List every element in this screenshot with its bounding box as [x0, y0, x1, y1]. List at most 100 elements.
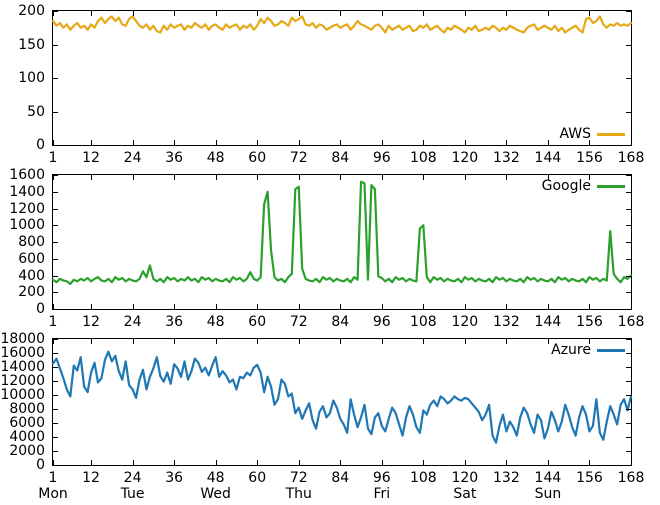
x-tick-label: 36: [165, 315, 183, 329]
x-tick: [382, 140, 383, 146]
x-tick: [133, 140, 134, 146]
x-tick-label: 144: [535, 151, 562, 165]
y-tick: [626, 259, 632, 260]
series-line-aws: [53, 11, 631, 145]
x-tick-label: 108: [410, 151, 437, 165]
y-tick: [626, 437, 632, 438]
x-tick: [589, 338, 590, 344]
x-tick-label: 36: [165, 151, 183, 165]
x-tick: [548, 140, 549, 146]
y-tick-label: 1200: [9, 202, 45, 216]
x-tick-label: 72: [290, 471, 308, 485]
x-tick: [299, 174, 300, 180]
x-tick-label: 120: [451, 471, 478, 485]
y-tick: [626, 395, 632, 396]
x-tick-label: 168: [618, 315, 645, 329]
x-tick: [257, 304, 258, 310]
x-tick: [340, 10, 341, 16]
x-tick: [91, 174, 92, 180]
x-tick: [465, 174, 466, 180]
day-label: Wed: [200, 487, 231, 501]
y-tick: [52, 437, 58, 438]
y-tick: [626, 292, 632, 293]
x-tick-label: 60: [248, 151, 266, 165]
legend-aws: AWS: [559, 127, 625, 141]
x-tick-label: 60: [248, 315, 266, 329]
y-tick: [626, 242, 632, 243]
x-tick: [589, 460, 590, 466]
y-tick: [52, 353, 58, 354]
x-tick: [53, 460, 54, 466]
y-tick: [626, 451, 632, 452]
y-tick-label: 1400: [9, 185, 45, 199]
y-tick-label: 2000: [9, 444, 45, 458]
x-tick: [216, 460, 217, 466]
x-tick-label: 132: [493, 151, 520, 165]
x-tick: [174, 140, 175, 146]
x-tick: [631, 140, 632, 146]
x-tick: [133, 174, 134, 180]
y-tick: [626, 225, 632, 226]
x-tick: [423, 460, 424, 466]
y-tick: [52, 451, 58, 452]
x-tick: [216, 174, 217, 180]
x-tick-label: 168: [618, 471, 645, 485]
x-tick: [506, 338, 507, 344]
plot-area-aws: AWS 050100150200112243648607284961081201…: [52, 10, 632, 146]
x-tick-label: 12: [82, 151, 100, 165]
y-tick-label: 0: [36, 458, 45, 472]
x-tick: [465, 304, 466, 310]
x-tick: [631, 338, 632, 344]
y-tick-label: 0: [36, 138, 45, 152]
x-tick-label: 96: [373, 315, 391, 329]
x-tick: [548, 304, 549, 310]
x-tick: [257, 140, 258, 146]
x-tick-label: 84: [331, 471, 349, 485]
y-tick: [52, 259, 58, 260]
legend-label-aws: AWS: [559, 127, 591, 141]
x-tick: [174, 10, 175, 16]
y-tick: [52, 192, 58, 193]
y-tick: [626, 45, 632, 46]
day-label: Sat: [453, 487, 476, 501]
y-tick-label: 8000: [9, 402, 45, 416]
x-tick: [133, 304, 134, 310]
x-tick: [423, 304, 424, 310]
x-tick: [299, 140, 300, 146]
y-tick: [52, 395, 58, 396]
x-tick: [631, 304, 632, 310]
x-tick-label: 72: [290, 151, 308, 165]
x-tick: [216, 338, 217, 344]
x-tick-label: 48: [207, 315, 225, 329]
plot-area-azure: Azure 0200040006000800010000120001400016…: [52, 338, 632, 466]
x-tick: [423, 338, 424, 344]
y-tick-label: 16000: [0, 346, 45, 360]
x-tick: [423, 140, 424, 146]
day-label: Thu: [286, 487, 312, 501]
x-tick-label: 36: [165, 471, 183, 485]
y-tick: [52, 276, 58, 277]
y-tick: [626, 276, 632, 277]
x-tick: [548, 460, 549, 466]
x-tick-label: 12: [82, 315, 100, 329]
x-tick: [91, 460, 92, 466]
x-tick: [465, 460, 466, 466]
x-tick-label: 96: [373, 151, 391, 165]
x-tick-label: 156: [576, 315, 603, 329]
x-tick: [589, 140, 590, 146]
x-tick: [631, 460, 632, 466]
x-tick: [631, 174, 632, 180]
y-tick-label: 200: [18, 285, 45, 299]
series-line-google: [53, 175, 631, 309]
y-tick: [52, 381, 58, 382]
legend-azure: Azure: [551, 343, 625, 357]
x-tick-label: 108: [410, 315, 437, 329]
x-tick: [506, 304, 507, 310]
y-tick: [52, 112, 58, 113]
x-tick-label: 132: [493, 471, 520, 485]
y-tick: [626, 423, 632, 424]
y-tick-label: 10000: [0, 388, 45, 402]
x-tick-label: 120: [451, 315, 478, 329]
x-tick: [382, 174, 383, 180]
y-tick-label: 1000: [9, 218, 45, 232]
